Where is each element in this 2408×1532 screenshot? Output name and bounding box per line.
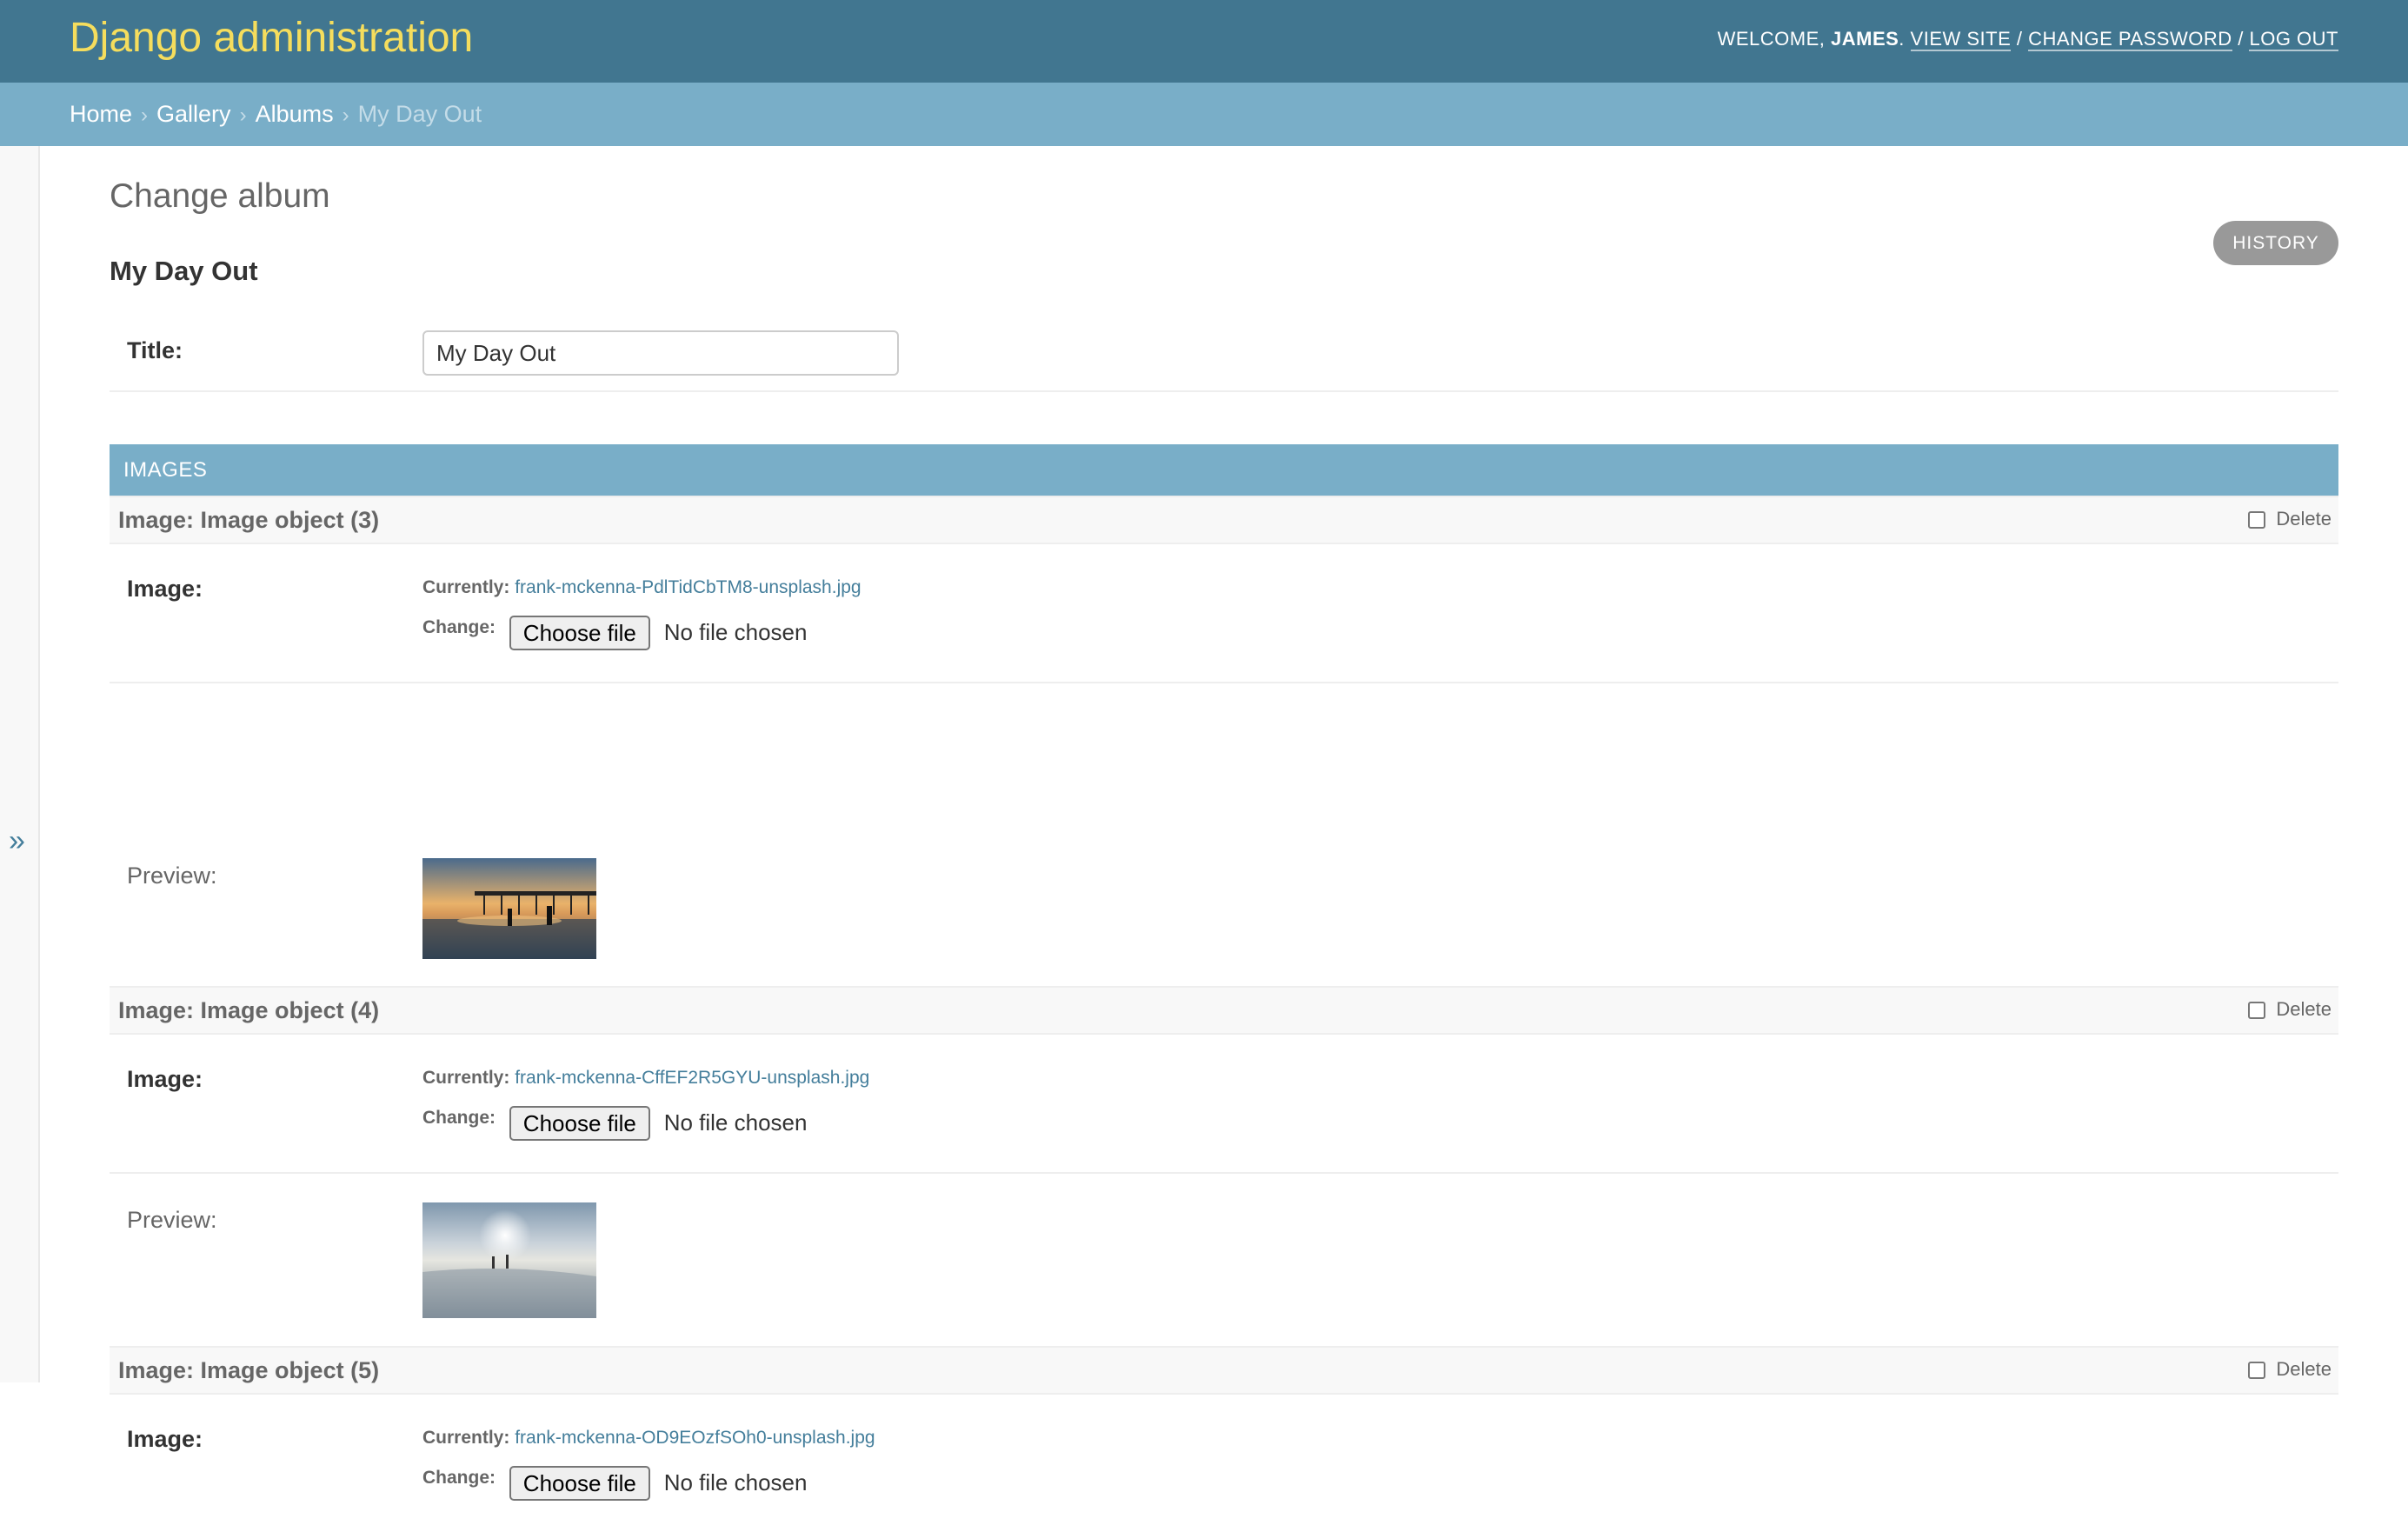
currently-label: Currently: [422, 577, 510, 597]
delete-control[interactable]: Delete [2248, 1358, 2332, 1381]
change-password-link[interactable]: Change password [2028, 28, 2232, 51]
separator: / [2016, 28, 2023, 50]
log-out-link[interactable]: Log out [2249, 28, 2338, 51]
delete-label: Delete [2276, 508, 2332, 530]
currently-line: Currently: frank-mckenna-CffEF2R5GYU-uns… [422, 1068, 869, 1089]
current-file-link[interactable]: frank-mckenna-OD9EOzfSOh0-unsplash.jpg [515, 1428, 875, 1448]
image-label: Image: [127, 1426, 203, 1452]
title-form-row: Title: [110, 320, 2338, 392]
current-file-link[interactable]: frank-mckenna-CffEF2R5GYU-unsplash.jpg [515, 1068, 869, 1088]
view-site-link[interactable]: View site [1910, 28, 2012, 51]
site-name[interactable]: Django administration [70, 14, 473, 62]
choose-file-button[interactable]: Choose file [509, 1106, 650, 1141]
inline-title: Image: Image object (4) [118, 997, 380, 1023]
currently-line: Currently: frank-mckenna-OD9EOzfSOh0-uns… [422, 1428, 875, 1449]
inline-title: Image: Image object (5) [118, 1357, 380, 1383]
currently-line: Currently: frank-mckenna-PdlTidCbTM8-uns… [422, 577, 861, 598]
delete-label: Delete [2276, 998, 2332, 1020]
image-field-row: Image: Currently: frank-mckenna-CffEF2R5… [110, 1033, 2338, 1174]
title-input[interactable] [422, 330, 899, 376]
title-label: Title: [127, 337, 183, 363]
breadcrumb-separator: › [239, 103, 247, 127]
image-field-row: Image: Currently: frank-mckenna-OD9EOzfS… [110, 1393, 2338, 1532]
page-title: Change album [110, 177, 330, 215]
change-line: Change: Choose file No file chosen [422, 616, 807, 650]
inline-header: Image: Image object (5) Delete [110, 1346, 2338, 1395]
preview-row: Preview: [110, 1174, 2338, 1332]
delete-label: Delete [2276, 1358, 2332, 1380]
inline-title: Image: Image object (3) [118, 507, 380, 533]
breadcrumb-gallery[interactable]: Gallery [156, 101, 231, 127]
delete-control[interactable]: Delete [2248, 998, 2332, 1021]
breadcrumb-albums[interactable]: Albums [256, 101, 334, 127]
preview-label: Preview: [127, 863, 217, 889]
change-label: Change: [422, 1468, 496, 1488]
choose-file-button[interactable]: Choose file [509, 1466, 650, 1501]
currently-label: Currently: [422, 1428, 510, 1448]
no-file-chosen-text: No file chosen [663, 619, 808, 645]
header-bar: Django administration Welcome, James. Vi… [0, 0, 2408, 83]
image-label: Image: [127, 1066, 203, 1092]
images-section-label: IMAGES [123, 458, 208, 482]
welcome-text: Welcome, [1717, 28, 1826, 50]
breadcrumb-current: My Day Out [357, 101, 482, 127]
delete-checkbox[interactable] [2248, 1362, 2266, 1380]
preview-row: Preview: [110, 829, 2338, 988]
user-tools: Welcome, James. View site / Change passw… [1717, 28, 2338, 51]
preview-label: Preview: [127, 1207, 217, 1233]
breadcrumb-separator: › [141, 103, 149, 127]
choose-file-button[interactable]: Choose file [509, 616, 650, 650]
preview-image [422, 1202, 596, 1318]
object-title: My Day Out [110, 256, 258, 286]
image-label: Image: [127, 576, 203, 602]
change-label: Change: [422, 1108, 496, 1128]
images-section-header: IMAGES [110, 444, 2338, 496]
breadcrumb-home[interactable]: Home [70, 101, 132, 127]
inline-header: Image: Image object (3) Delete [110, 496, 2338, 544]
history-button[interactable]: HISTORY [2213, 221, 2338, 265]
no-file-chosen-text: No file chosen [663, 1469, 808, 1495]
change-line: Change: Choose file No file chosen [422, 1106, 807, 1141]
separator: / [2238, 28, 2244, 50]
preview-image [422, 858, 596, 959]
change-line: Change: Choose file No file chosen [422, 1466, 807, 1501]
inline-header: Image: Image object (4) Delete [110, 986, 2338, 1035]
delete-checkbox[interactable] [2248, 511, 2266, 530]
nav-sidebar-toggle-icon[interactable]: » [9, 824, 25, 858]
delete-control[interactable]: Delete [2248, 508, 2332, 530]
delete-checkbox[interactable] [2248, 1002, 2266, 1020]
change-label: Change: [422, 617, 496, 637]
breadcrumb: Home › Gallery › Albums › My Day Out [0, 83, 2408, 146]
currently-label: Currently: [422, 1068, 510, 1088]
breadcrumb-separator: › [342, 103, 349, 127]
current-file-link[interactable]: frank-mckenna-PdlTidCbTM8-unsplash.jpg [515, 577, 861, 597]
image-field-row: Image: Currently: frank-mckenna-PdlTidCb… [110, 543, 2338, 683]
sidebar-collapsed [0, 146, 40, 1382]
username: James [1831, 28, 1899, 50]
no-file-chosen-text: No file chosen [663, 1109, 808, 1136]
